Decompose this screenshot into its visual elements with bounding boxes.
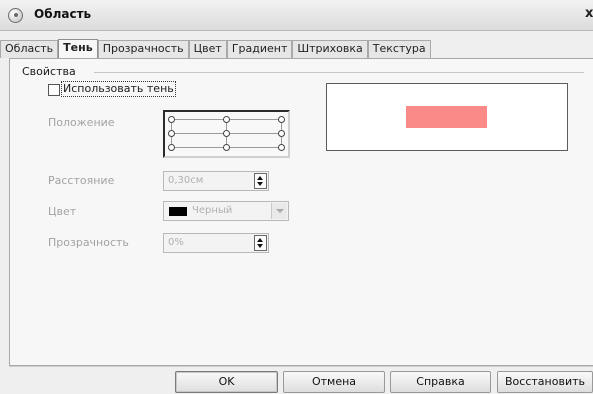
position-bottom-center-radio[interactable]: [223, 144, 230, 151]
use-shadow-checkbox[interactable]: [48, 84, 60, 96]
use-shadow-label[interactable]: Использовать тень: [61, 81, 176, 97]
distance-spinbox[interactable]: 0,30см: [163, 171, 269, 191]
group-divider: [94, 72, 584, 73]
transparency-spinbox[interactable]: 0%: [163, 233, 269, 253]
spin-down-icon[interactable]: [257, 244, 263, 248]
position-middle-right-radio[interactable]: [278, 130, 285, 137]
transparency-spin-buttons[interactable]: [254, 235, 267, 251]
properties-group-label: Свойства: [22, 65, 76, 78]
tab-gradient[interactable]: Градиент: [226, 40, 293, 58]
position-center-radio[interactable]: [223, 130, 230, 137]
distance-label: Расстояние: [48, 174, 115, 187]
position-top-center-radio[interactable]: [223, 116, 230, 123]
distance-value: 0,30см: [168, 175, 204, 186]
color-label: Цвет: [48, 205, 77, 218]
position-top-left-radio[interactable]: [168, 116, 175, 123]
position-top-right-radio[interactable]: [278, 116, 285, 123]
tab-color[interactable]: Цвет: [188, 40, 227, 58]
tab-transparency[interactable]: Прозрачность: [97, 40, 189, 58]
footer-divider: [9, 366, 593, 367]
transparency-label: Прозрачность: [48, 236, 129, 249]
preview-shape: [406, 106, 487, 128]
position-middle-left-radio[interactable]: [168, 130, 175, 137]
app-icon: [8, 8, 23, 23]
help-button[interactable]: Справка: [390, 371, 491, 393]
color-value: Черный: [192, 205, 233, 216]
transparency-value: 0%: [168, 237, 184, 248]
color-swatch: [169, 207, 187, 216]
position-bottom-right-radio[interactable]: [278, 144, 285, 151]
distance-spin-buttons[interactable]: [254, 173, 267, 189]
chevron-down-icon: [276, 209, 284, 213]
color-dropdown[interactable]: Черный: [163, 201, 289, 221]
tab-bar: Область Тень Прозрачность Цвет Градиент …: [0, 39, 431, 58]
dropdown-button[interactable]: [271, 203, 287, 219]
tab-shadow[interactable]: Тень: [58, 39, 98, 58]
close-icon[interactable]: x: [585, 6, 593, 21]
position-label: Положение: [48, 116, 115, 129]
tab-hatching[interactable]: Штриховка: [292, 40, 368, 58]
spin-up-icon[interactable]: [257, 238, 263, 242]
title-bar: Область x: [0, 0, 593, 31]
position-bottom-left-radio[interactable]: [168, 144, 175, 151]
ok-button[interactable]: OK: [175, 371, 278, 393]
spin-up-icon[interactable]: [257, 176, 263, 180]
spin-down-icon[interactable]: [257, 182, 263, 186]
reset-button[interactable]: Восстановить: [497, 371, 593, 393]
tab-area[interactable]: Область: [0, 40, 59, 58]
shadow-preview: [326, 83, 568, 151]
cancel-button[interactable]: Отмена: [283, 371, 385, 393]
position-grid[interactable]: [163, 110, 290, 158]
window-title: Область: [34, 7, 92, 21]
tab-texture[interactable]: Текстура: [367, 40, 431, 58]
